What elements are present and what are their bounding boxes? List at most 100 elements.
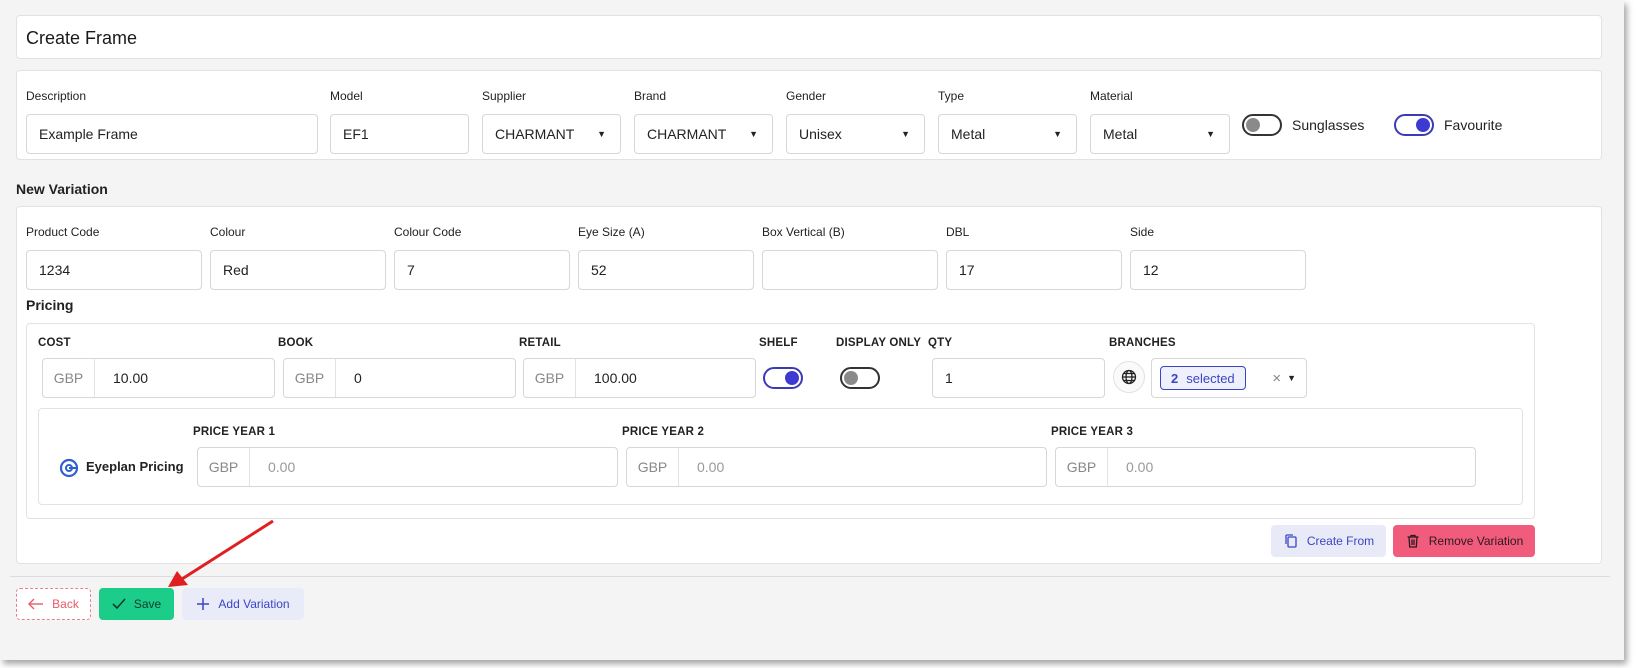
create-from-label: Create From	[1306, 534, 1375, 548]
save-label: Save	[133, 597, 162, 611]
toggle-knob	[844, 371, 858, 385]
favourite-toggle[interactable]	[1394, 114, 1434, 136]
price-year-2-placeholder: 0.00	[697, 459, 725, 475]
plus-icon	[197, 598, 210, 610]
dbl-label: DBL	[946, 225, 970, 239]
check-icon	[112, 598, 126, 610]
chevron-down-icon: ▼	[749, 129, 758, 139]
product-code-label: Product Code	[26, 225, 100, 239]
create-from-button[interactable]: Create From	[1271, 525, 1386, 557]
branches-selected-text: selected	[1186, 370, 1235, 386]
pricing-card: COST GBP 10.00 BOOK GBP 0 RETAIL GBP 100…	[26, 323, 1535, 519]
price-year-1-input[interactable]: GBP 0.00	[197, 447, 618, 487]
retail-value: 100.00	[594, 370, 637, 386]
toggle-knob	[785, 371, 799, 385]
colour-code-label: Colour Code	[394, 225, 462, 239]
branches-label: BRANCHES	[1109, 337, 1176, 349]
material-value: Metal	[1103, 126, 1138, 142]
side-input[interactable]: 12	[1130, 250, 1306, 290]
new-variation-title: New Variation	[16, 181, 108, 197]
supplier-value: CHARMANT	[495, 126, 575, 142]
price-year-3-input[interactable]: GBP 0.00	[1055, 447, 1476, 487]
book-value: 0	[354, 370, 362, 386]
copy-icon	[1285, 534, 1297, 548]
branches-select[interactable]: 2 selected × ▼	[1151, 358, 1307, 398]
colour-value: Red	[223, 262, 249, 278]
type-select[interactable]: Metal ▼	[938, 114, 1077, 154]
chevron-down-icon: ▼	[597, 129, 606, 139]
toggle-knob	[1416, 118, 1430, 132]
colour-code-value: 7	[407, 262, 415, 278]
shelf-label: SHELF	[759, 337, 798, 349]
frame-details-card: Description Example Frame Model EF1 Supp…	[16, 70, 1602, 160]
display-only-toggle[interactable]	[840, 367, 880, 389]
box-vertical-input[interactable]	[762, 250, 938, 290]
price-year-1-placeholder: 0.00	[268, 459, 296, 475]
gender-value: Unisex	[799, 126, 842, 142]
gender-select[interactable]: Unisex ▼	[786, 114, 925, 154]
retail-label: RETAIL	[519, 337, 561, 349]
description-label: Description	[26, 89, 87, 103]
dbl-input[interactable]: 17	[946, 250, 1122, 290]
price-year-3-placeholder: 0.00	[1126, 459, 1154, 475]
currency-prefix: GBP	[524, 359, 576, 397]
supplier-select[interactable]: CHARMANT ▼	[482, 114, 621, 154]
chevron-down-icon[interactable]: ▼	[1287, 373, 1296, 383]
trash-icon	[1407, 534, 1419, 548]
qty-input[interactable]: 1	[932, 358, 1105, 398]
currency-prefix: GBP	[43, 359, 95, 397]
side-value: 12	[1143, 262, 1159, 278]
colour-input[interactable]: Red	[210, 250, 386, 290]
book-label: BOOK	[278, 337, 314, 349]
model-input[interactable]: EF1	[330, 114, 469, 154]
dbl-value: 17	[959, 262, 975, 278]
brand-select[interactable]: CHARMANT ▼	[634, 114, 773, 154]
chevron-down-icon: ▼	[1206, 129, 1215, 139]
chevron-down-icon: ▼	[1053, 129, 1062, 139]
currency-prefix: GBP	[1056, 448, 1108, 486]
gender-label: Gender	[786, 89, 827, 103]
shelf-toggle[interactable]	[763, 367, 803, 389]
brand-value: CHARMANT	[647, 126, 727, 142]
eye-size-label: Eye Size (A)	[578, 225, 645, 239]
currency-prefix: GBP	[284, 359, 336, 397]
book-input[interactable]: GBP 0	[283, 358, 516, 398]
price-year-1-label: PRICE YEAR 1	[193, 426, 276, 438]
cost-value: 10.00	[113, 370, 149, 386]
product-code-value: 1234	[39, 262, 71, 278]
clear-icon[interactable]: ×	[1272, 370, 1281, 387]
favourite-label: Favourite	[1444, 117, 1503, 133]
price-year-2-label: PRICE YEAR 2	[622, 426, 705, 438]
retail-input[interactable]: GBP 100.00	[523, 358, 756, 398]
supplier-label: Supplier	[482, 89, 527, 103]
price-year-2-input[interactable]: GBP 0.00	[626, 447, 1047, 487]
display-only-label: DISPLAY ONLY	[836, 337, 922, 349]
save-button[interactable]: Save	[99, 588, 174, 620]
variation-card: Product Code 1234 Colour Red Colour Code…	[16, 206, 1602, 564]
qty-label: QTY	[928, 337, 953, 349]
eye-size-input[interactable]: 52	[578, 250, 754, 290]
toggle-knob	[1246, 118, 1260, 132]
globe-icon[interactable]	[1113, 361, 1145, 393]
remove-variation-button[interactable]: Remove Variation	[1393, 525, 1535, 557]
pricing-title: Pricing	[26, 297, 74, 313]
eye-size-value: 52	[591, 262, 607, 278]
product-code-input[interactable]: 1234	[26, 250, 202, 290]
add-variation-button[interactable]: Add Variation	[182, 588, 304, 620]
branches-selected-chip: 2 selected	[1160, 366, 1246, 390]
colour-label: Colour	[210, 225, 246, 239]
side-label: Side	[1130, 225, 1155, 239]
eyeplan-pricing-card: Eyeplan Pricing PRICE YEAR 1 GBP 0.00 PR…	[38, 408, 1523, 505]
description-input[interactable]: Example Frame	[26, 114, 318, 154]
add-variation-label: Add Variation	[218, 597, 290, 611]
branches-count: 2	[1171, 370, 1179, 386]
cost-label: COST	[38, 337, 71, 349]
material-select[interactable]: Metal ▼	[1090, 114, 1230, 154]
chevron-down-icon: ▼	[901, 129, 910, 139]
cost-input[interactable]: GBP 10.00	[42, 358, 275, 398]
sunglasses-toggle[interactable]	[1242, 114, 1282, 136]
price-year-3-label: PRICE YEAR 3	[1051, 426, 1134, 438]
brand-label: Brand	[634, 89, 667, 103]
back-button[interactable]: Back	[16, 588, 91, 620]
colour-code-input[interactable]: 7	[394, 250, 570, 290]
